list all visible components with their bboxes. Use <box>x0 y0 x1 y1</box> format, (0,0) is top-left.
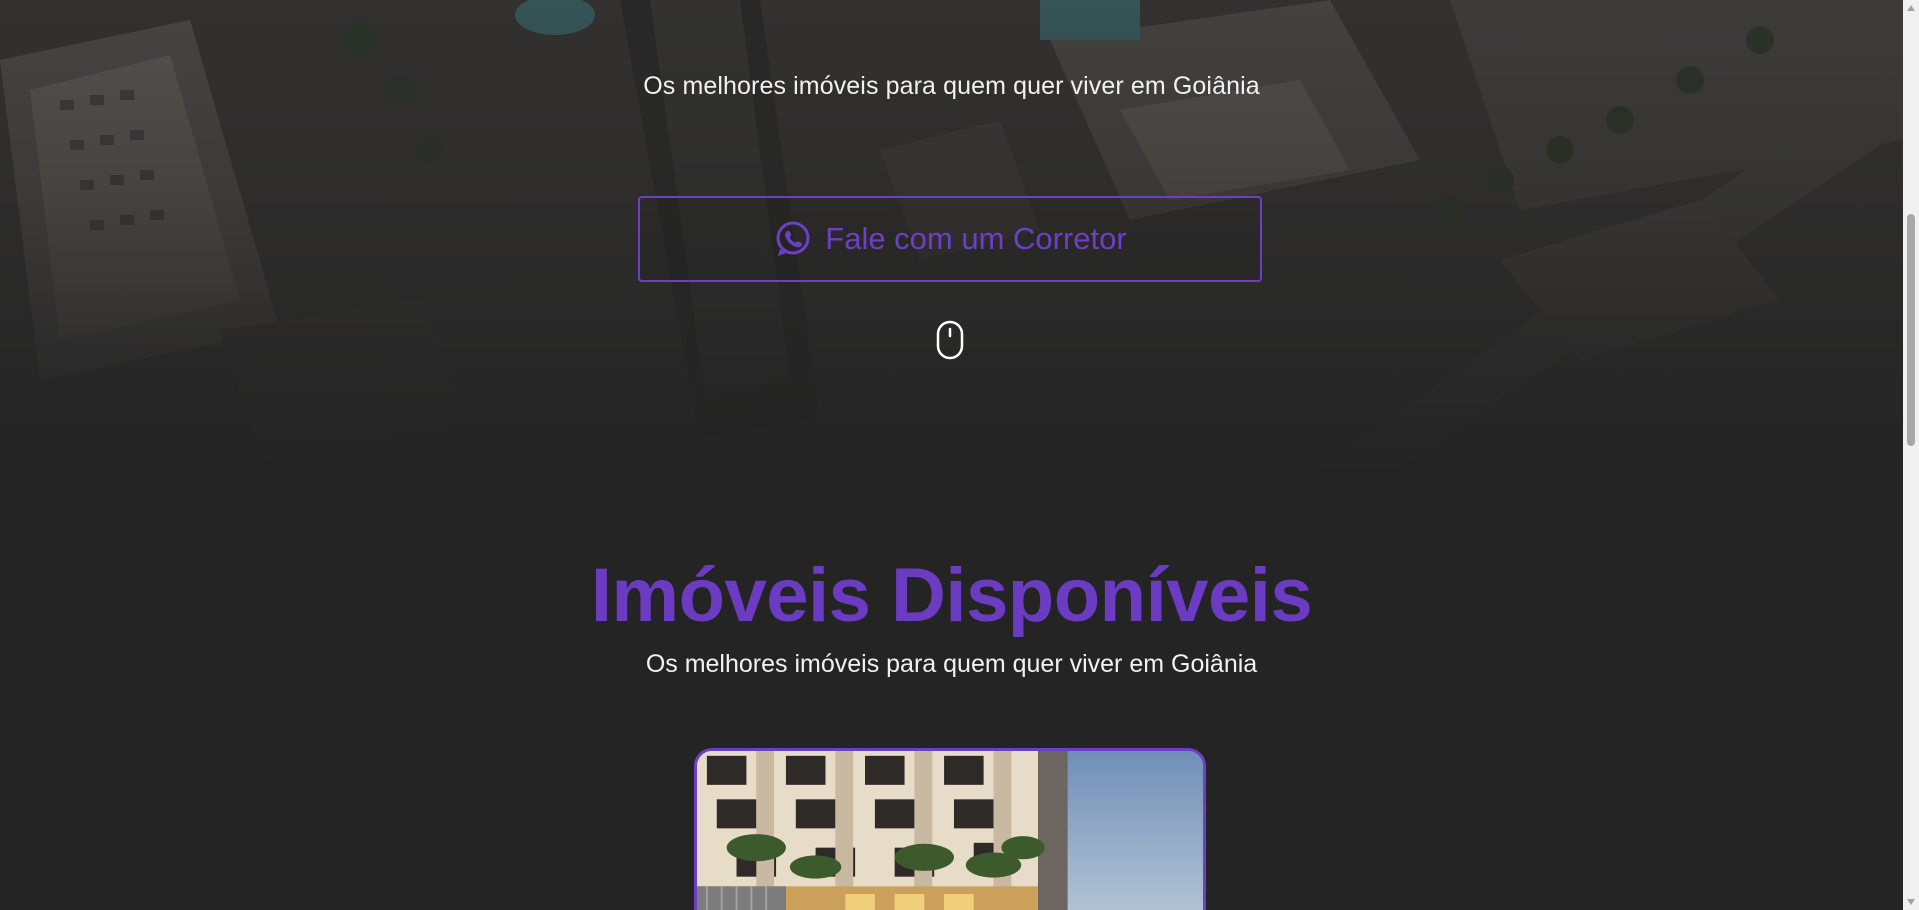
scroll-up-arrow-icon[interactable] <box>1903 0 1919 16</box>
listings-subtitle: Os melhores imóveis para quem quer viver… <box>645 650 1258 678</box>
hero-tagline: Os melhores imóveis para quem quer viver… <box>643 72 1260 100</box>
scrollbar-thumb[interactable] <box>1907 214 1915 446</box>
listings-title: Imóveis Disponíveis <box>590 553 1313 638</box>
hero-section: Os melhores imóveis para quem quer viver… <box>0 0 1903 480</box>
whatsapp-icon <box>773 219 813 259</box>
property-image <box>697 751 1203 910</box>
scroll-down-arrow-icon[interactable] <box>1903 894 1919 910</box>
page: Os melhores imóveis para quem quer viver… <box>0 0 1919 910</box>
property-card[interactable] <box>694 748 1206 910</box>
contact-broker-button[interactable]: Fale com um Corretor <box>638 196 1262 282</box>
mouse-scroll-icon <box>936 320 964 365</box>
page-scrollbar[interactable] <box>1903 0 1919 910</box>
contact-broker-label: Fale com um Corretor <box>825 221 1127 256</box>
